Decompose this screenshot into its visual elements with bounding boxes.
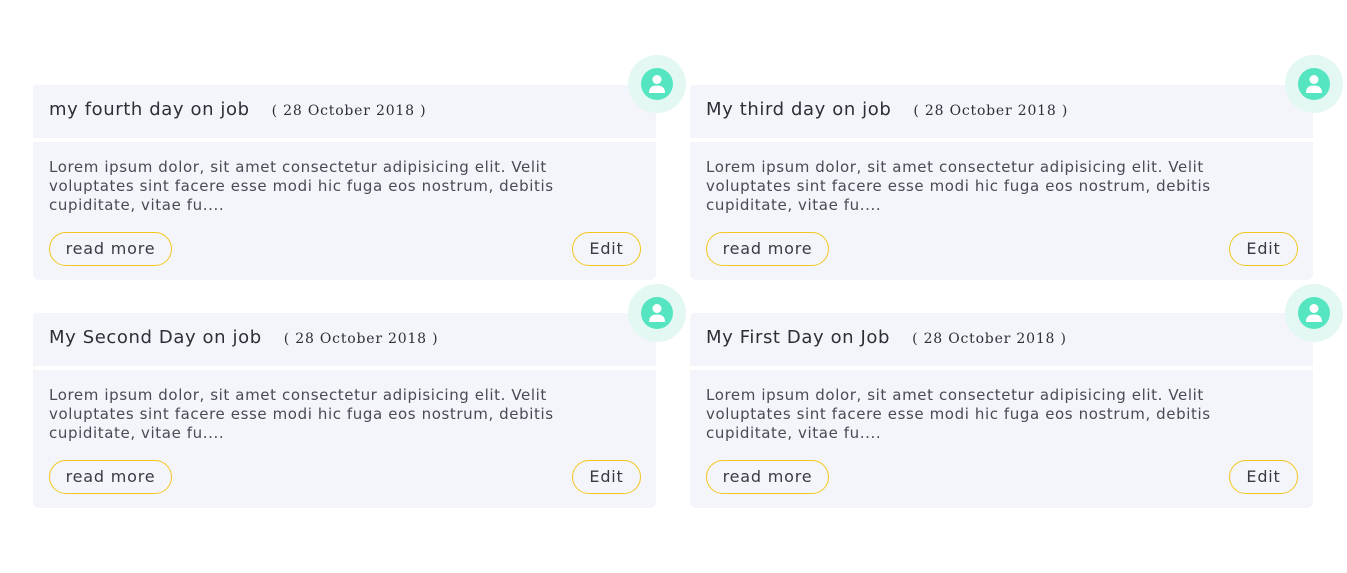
post-date: ( 28 October 2018 ) — [913, 103, 1069, 119]
post-excerpt: Lorem ipsum dolor, sit amet consectetur … — [49, 158, 554, 214]
author-avatar[interactable] — [1285, 284, 1343, 342]
post-card-header: my fourth day on job ( 28 October 2018 ) — [33, 85, 656, 138]
avatar-circle — [1298, 297, 1330, 329]
post-title-row: My First Day on Job ( 28 October 2018 ) — [706, 327, 1067, 348]
post-title-row: my fourth day on job ( 28 October 2018 ) — [49, 99, 426, 120]
post-card-header: My third day on job ( 28 October 2018 ) — [690, 85, 1313, 138]
post-excerpt: Lorem ipsum dolor, sit amet consectetur … — [49, 386, 554, 442]
post-card-body: Lorem ipsum dolor, sit amet consectetur … — [690, 142, 1313, 280]
edit-button[interactable]: Edit — [1229, 232, 1298, 266]
post-title-row: My third day on job ( 28 October 2018 ) — [706, 99, 1068, 120]
post-card: my fourth day on job( 28 October 2018 ) … — [33, 85, 656, 280]
post-card-header: My Second Day on job ( 28 October 2018 ) — [33, 313, 656, 366]
read-more-button[interactable]: read more — [49, 232, 172, 266]
avatar-circle — [641, 297, 673, 329]
post-card-header: My First Day on Job ( 28 October 2018 ) — [690, 313, 1313, 366]
user-icon — [1306, 304, 1322, 322]
read-more-button[interactable]: read more — [49, 460, 172, 494]
avatar-circle — [1298, 68, 1330, 100]
edit-button[interactable]: Edit — [1229, 460, 1298, 494]
author-avatar[interactable] — [628, 55, 686, 113]
user-icon — [1306, 75, 1322, 93]
post-title: my fourth day on job — [49, 99, 250, 120]
post-title: My Second Day on job — [49, 327, 262, 348]
journal-page: my fourth day on job( 28 October 2018 ) … — [0, 0, 1347, 573]
read-more-button[interactable]: read more — [706, 460, 829, 494]
post-card-body: Lorem ipsum dolor, sit amet consectetur … — [33, 370, 656, 508]
edit-button[interactable]: Edit — [572, 232, 641, 266]
post-date: ( 28 October 2018 ) — [912, 331, 1067, 347]
post-excerpt: Lorem ipsum dolor, sit amet consectetur … — [706, 386, 1211, 442]
post-date: ( 28 October 2018 ) — [271, 103, 427, 119]
post-title: My third day on job — [706, 99, 892, 120]
post-title: My First Day on Job — [706, 327, 891, 348]
post-card-body: Lorem ipsum dolor, sit amet consectetur … — [690, 370, 1313, 508]
edit-button[interactable]: Edit — [572, 460, 641, 494]
avatar-circle — [641, 68, 673, 100]
user-icon — [649, 75, 665, 93]
post-excerpt: Lorem ipsum dolor, sit amet consectetur … — [706, 158, 1211, 214]
user-icon — [649, 304, 665, 322]
post-card: My third day on job ( 28 October 2018 ) L… — [690, 85, 1313, 280]
post-card: My Second Day on job( 28 October 2018 ) … — [33, 313, 656, 508]
post-card: My First Day on Job ( 28 October 2018 ) L… — [690, 313, 1313, 508]
post-date: ( 28 October 2018 ) — [283, 331, 439, 347]
post-title-row: My Second Day on job ( 28 October 2018 ) — [49, 327, 438, 348]
author-avatar[interactable] — [1285, 55, 1343, 113]
author-avatar[interactable] — [628, 284, 686, 342]
post-card-body: Lorem ipsum dolor, sit amet consectetur … — [33, 142, 656, 280]
read-more-button[interactable]: read more — [706, 232, 829, 266]
